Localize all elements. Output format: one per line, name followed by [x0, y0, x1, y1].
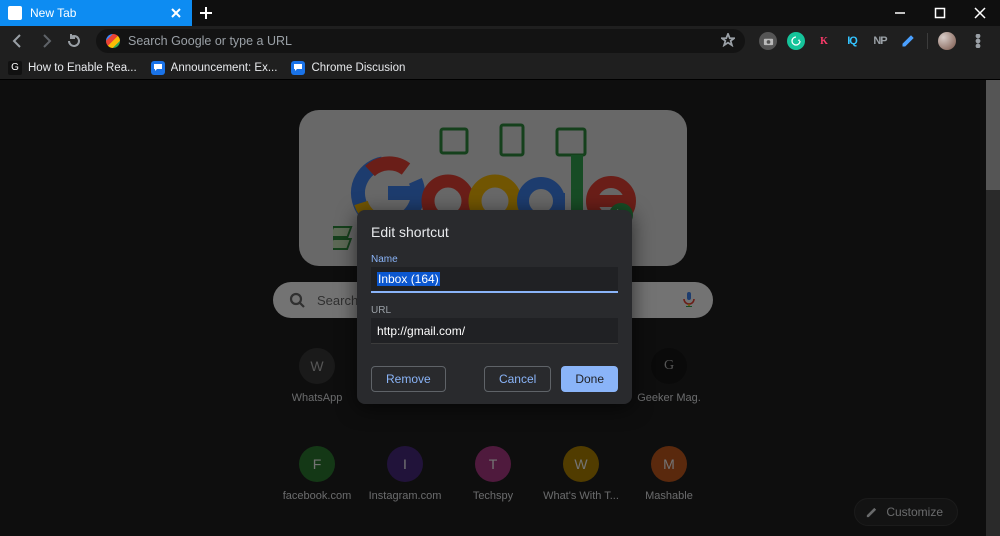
dialog-button-row: Remove Cancel Done — [371, 366, 618, 392]
camera-icon — [763, 36, 774, 47]
extension-np-icon[interactable]: NP — [871, 32, 889, 50]
plus-icon — [199, 6, 213, 20]
window-controls — [880, 0, 1000, 26]
bookmark-label: Announcement: Ex... — [171, 62, 278, 74]
close-icon — [171, 8, 181, 18]
extension-icons: K IQ NP — [755, 29, 994, 53]
bookmark-label: How to Enable Rea... — [28, 62, 137, 74]
vertical-scrollbar[interactable] — [986, 80, 1000, 536]
bookmark-label: Chrome Discusion — [311, 62, 405, 74]
bookmark-item[interactable]: Chrome Discusion — [291, 61, 405, 75]
reload-button[interactable] — [62, 29, 86, 53]
name-input-value: Inbox (164) — [377, 272, 440, 286]
new-tab-button[interactable] — [192, 0, 220, 26]
remove-button[interactable]: Remove — [371, 366, 446, 392]
minimize-icon — [894, 7, 906, 19]
profile-avatar[interactable] — [938, 32, 956, 50]
bookmark-item[interactable]: Announcement: Ex... — [151, 61, 278, 75]
extension-iq-icon[interactable]: IQ — [843, 32, 861, 50]
star-icon — [721, 33, 735, 47]
url-field-label: URL — [371, 305, 618, 316]
scrollbar-thumb[interactable] — [986, 80, 1000, 190]
check-arrow-icon — [791, 36, 801, 46]
tab-title: New Tab — [30, 6, 76, 20]
back-button[interactable] — [6, 29, 30, 53]
cancel-button[interactable]: Cancel — [484, 366, 551, 392]
extension-k-icon[interactable]: K — [815, 32, 833, 50]
bookmark-item[interactable]: G How to Enable Rea... — [8, 61, 137, 75]
pen-icon — [901, 34, 915, 48]
omnibox-placeholder: Search Google or type a URL — [128, 34, 721, 48]
chrome-menu-button[interactable] — [966, 29, 990, 53]
url-input[interactable] — [371, 318, 618, 344]
toolbar-separator — [927, 33, 928, 49]
extension-screenshot-icon[interactable] — [759, 32, 777, 50]
bookmark-favicon: G — [8, 61, 22, 75]
kebab-icon — [971, 34, 985, 48]
name-input[interactable]: Inbox (164) — [371, 267, 618, 293]
window-titlebar: New Tab — [0, 0, 1000, 26]
done-button[interactable]: Done — [561, 366, 618, 392]
content-area: Search WWhatsApp Analytics Pertaining Wo… — [0, 80, 1000, 536]
maximize-icon — [934, 7, 946, 19]
reload-icon — [66, 33, 82, 49]
omnibox[interactable]: Search Google or type a URL — [96, 29, 745, 53]
speech-bubble-icon — [291, 61, 305, 75]
browser-tab[interactable]: New Tab — [0, 0, 192, 26]
name-field-label: Name — [371, 254, 618, 265]
speech-bubble-icon — [151, 61, 165, 75]
arrow-right-icon — [38, 33, 54, 49]
extension-edit-icon[interactable] — [899, 32, 917, 50]
dialog-title: Edit shortcut — [371, 224, 618, 240]
arrow-left-icon — [10, 33, 26, 49]
window-close-button[interactable] — [960, 0, 1000, 26]
bookmark-star-button[interactable] — [721, 33, 735, 50]
browser-toolbar: Search Google or type a URL K IQ NP — [0, 26, 1000, 56]
extension-grammarly-icon[interactable] — [787, 32, 805, 50]
maximize-button[interactable] — [920, 0, 960, 26]
edit-shortcut-dialog: Edit shortcut Name Inbox (164) URL Remov… — [357, 210, 632, 404]
google-site-icon — [106, 34, 120, 48]
forward-button[interactable] — [34, 29, 58, 53]
minimize-button[interactable] — [880, 0, 920, 26]
close-icon — [974, 7, 986, 19]
tab-favicon — [8, 6, 22, 20]
close-tab-button[interactable] — [168, 5, 184, 21]
bookmarks-bar: G How to Enable Rea... Announcement: Ex.… — [0, 56, 1000, 80]
